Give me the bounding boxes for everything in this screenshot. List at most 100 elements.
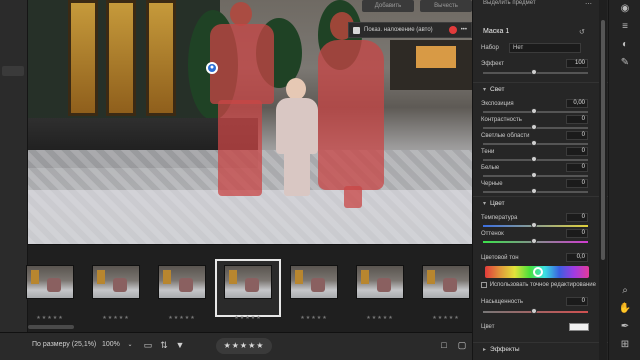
hand-icon[interactable]: ✋	[618, 302, 632, 316]
color-row-label: Температура	[481, 215, 518, 221]
overlay-checkbox[interactable]	[353, 26, 360, 34]
light-row-slider[interactable]	[483, 188, 588, 194]
hue-value[interactable]: 0,0	[566, 253, 588, 262]
color-row-slider[interactable]	[483, 222, 588, 228]
effect-slider[interactable]	[483, 69, 588, 75]
fit-zoom-label[interactable]: По размеру (25,1%)	[32, 341, 96, 348]
precise-row: Использовать точное редактирование	[481, 279, 596, 291]
section-color-title: Цвет	[490, 200, 505, 207]
sort-icon[interactable]: ⇅	[158, 339, 170, 351]
thumbnail-people	[377, 278, 391, 292]
thumbnail-stars[interactable]: ★★★★★	[158, 315, 206, 321]
light-row-slider[interactable]	[483, 172, 588, 178]
section-effects-header[interactable]: ▸ Эффекты	[473, 342, 608, 356]
thumbnail-stars[interactable]: ★★★★★	[224, 315, 272, 321]
thumbnail-door	[295, 270, 303, 284]
thumbnail-door	[361, 270, 369, 284]
filmstrip-thumbnail[interactable]	[356, 265, 404, 299]
light-row-value[interactable]: 0	[566, 147, 588, 156]
saturation-slider-knob[interactable]	[531, 308, 537, 314]
search-icon[interactable]: ⌕	[618, 284, 632, 298]
saturation-slider[interactable]	[483, 308, 588, 314]
panel-menu-icon[interactable]: ⋯	[585, 0, 592, 8]
color-swatch[interactable]	[569, 323, 589, 331]
light-row-value[interactable]: 0	[566, 163, 588, 172]
edit-icon[interactable]: ≡	[618, 20, 632, 34]
precise-label: Использовать точное редактирование	[489, 282, 596, 288]
light-row-label: Черные	[481, 181, 503, 187]
light-row-label: Экспозиция	[481, 101, 514, 107]
mask-title: Маска 1	[483, 28, 510, 35]
mask-woman-boots	[344, 186, 362, 208]
preset-dropdown[interactable]: Нет	[509, 43, 581, 53]
filmstrip: ★★★★★ ★★★★★ ★★★★★ ★★★★★ ★★★★★ ★★★★★ ★★★★★	[26, 244, 472, 332]
chevron-down-icon[interactable]: ⌄	[124, 339, 136, 351]
light-row-slider[interactable]	[483, 108, 588, 114]
filmstrip-thumbnail[interactable]	[224, 265, 272, 299]
light-row-slider-knob[interactable]	[531, 188, 537, 194]
select-subject-button[interactable]: Выделить предмет	[483, 0, 536, 6]
section-light-header[interactable]: ▾ Свет	[473, 82, 608, 96]
brush-icon[interactable]: ✎	[618, 56, 632, 70]
grid-icon[interactable]: ⊞	[618, 338, 632, 352]
eyedropper-icon[interactable]: ✒	[618, 320, 632, 334]
hue-slider-knob[interactable]	[533, 267, 543, 277]
preset-label: Набор	[481, 45, 499, 51]
effect-value[interactable]: 100	[566, 59, 588, 68]
zoom-100-label[interactable]: 100%	[102, 341, 120, 348]
light-row-slider[interactable]	[483, 140, 588, 146]
thumbnail-stars[interactable]: ★★★★★	[356, 315, 404, 321]
overlay-label: Показ. наложение (авто)	[364, 27, 433, 33]
color-row-value[interactable]: 0	[566, 229, 588, 238]
filmstrip-thumbnail[interactable]	[26, 265, 74, 299]
compare-icon[interactable]: ▭	[142, 339, 154, 351]
reset-icon[interactable]: ↺	[579, 28, 585, 36]
color-row-value[interactable]: 0	[566, 213, 588, 222]
star-rating[interactable]: ★★★★★	[216, 338, 272, 354]
child-head	[286, 78, 306, 100]
precise-checkbox[interactable]	[481, 282, 487, 288]
thumbnail-door	[97, 270, 105, 284]
eye-icon[interactable]: ◉	[618, 2, 632, 16]
section-color-header[interactable]: ▾ Цвет	[473, 196, 608, 210]
panel-scrollbar-thumb[interactable]	[601, 20, 605, 260]
overlay-color-icon[interactable]	[448, 26, 457, 34]
mask-icon[interactable]: ◐	[618, 38, 632, 52]
subtract-button[interactable]: Вычесть	[420, 0, 472, 12]
mask-pin-icon[interactable]: ●	[206, 62, 218, 74]
filter-icon[interactable]: ▼	[174, 339, 186, 351]
overlay-toolbar: Показ. наложение (авто) •••	[348, 22, 472, 38]
light-row-value[interactable]: 0	[566, 115, 588, 124]
photo-snow-light	[28, 190, 472, 244]
left-panel-strip	[0, 0, 28, 332]
info-icon[interactable]: ▢	[456, 339, 468, 351]
light-row-value[interactable]: 0	[566, 131, 588, 140]
thumbnail-stars[interactable]: ★★★★★	[290, 315, 338, 321]
thumbnail-door	[229, 270, 237, 284]
effect-slider-knob[interactable]	[531, 69, 537, 75]
child-legs	[284, 150, 310, 196]
light-row-slider[interactable]	[483, 156, 588, 162]
more-options-icon[interactable]: •••	[461, 27, 467, 33]
light-row-value[interactable]: 0,00	[566, 99, 588, 108]
thumbnail-door	[427, 270, 435, 284]
saturation-label: Насыщенность	[481, 299, 524, 305]
light-row-slider[interactable]	[483, 124, 588, 130]
single-view-icon[interactable]: □	[438, 339, 450, 351]
saturation-value[interactable]: 0	[566, 297, 588, 306]
mask-man-legs	[218, 100, 262, 196]
add-button[interactable]: Добавить	[362, 0, 414, 12]
filmstrip-thumbnail[interactable]	[290, 265, 338, 299]
color-row-slider[interactable]	[483, 238, 588, 244]
thumbnail-stars[interactable]: ★★★★★	[422, 315, 470, 321]
thumbnail-stars[interactable]: ★★★★★	[26, 315, 74, 321]
color-row-slider-knob[interactable]	[531, 238, 537, 244]
thumbnail-stars[interactable]: ★★★★★	[92, 315, 140, 321]
light-row-value[interactable]: 0	[566, 179, 588, 188]
filmstrip-thumbnail[interactable]	[422, 265, 470, 299]
collapsed-panel-control[interactable]	[2, 66, 24, 76]
photo-door	[106, 0, 136, 116]
filmstrip-thumbnail[interactable]	[92, 265, 140, 299]
filmstrip-scrollbar[interactable]	[28, 325, 74, 329]
filmstrip-thumbnail[interactable]	[158, 265, 206, 299]
